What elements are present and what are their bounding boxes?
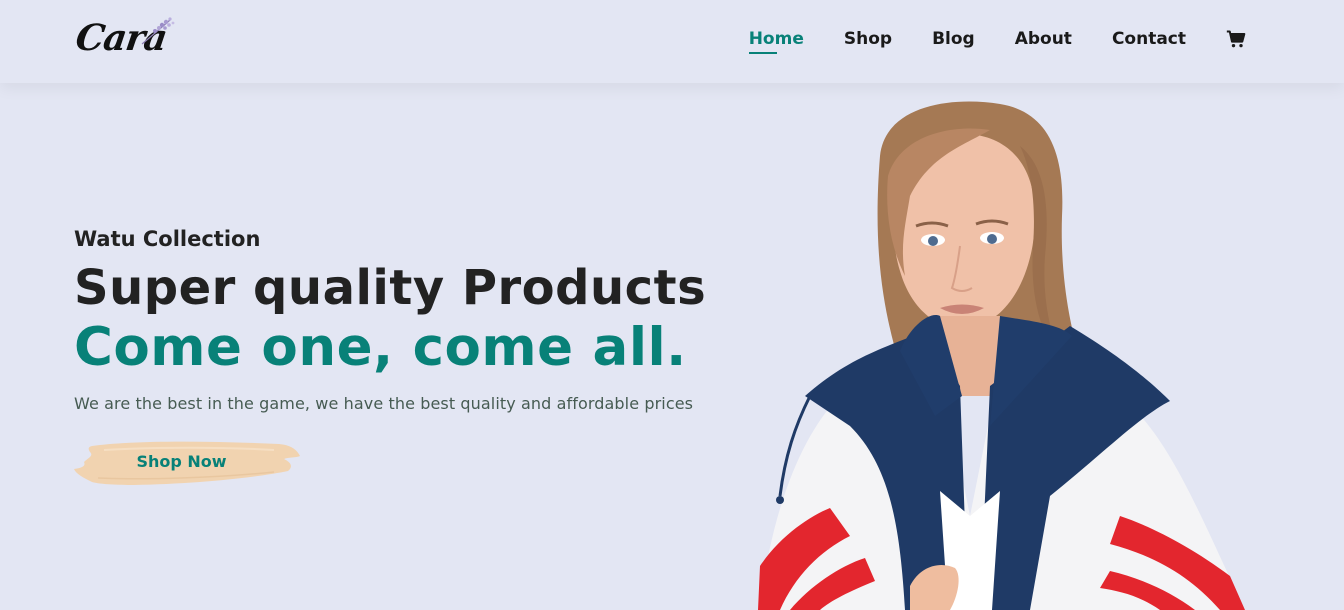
hero-section: Watu Collection Super quality Products C… xyxy=(74,222,754,416)
nav-link-blog[interactable]: Blog xyxy=(932,26,975,52)
site-header: Cara Home Shop Blog About Contact xyxy=(0,0,1344,83)
nav-link-home[interactable]: Home xyxy=(748,26,804,54)
lavender-sprig-icon xyxy=(141,17,175,45)
hero-title-accent: Come one, come all. xyxy=(74,317,687,378)
model-in-jacket-image xyxy=(758,101,1245,610)
shop-now-button[interactable]: Shop Now xyxy=(74,438,302,488)
hero-title: Super quality Products xyxy=(74,260,707,316)
main-navigation: Home Shop Blog About Contact xyxy=(748,26,1246,54)
brand-logo[interactable]: Cara xyxy=(73,16,176,60)
shopping-cart-icon[interactable] xyxy=(1226,29,1246,49)
nav-link-contact[interactable]: Contact xyxy=(1112,26,1186,52)
shop-now-label: Shop Now xyxy=(136,452,227,471)
hero-kicker: Watu Collection xyxy=(74,227,261,251)
nav-link-shop[interactable]: Shop xyxy=(844,26,892,52)
nav-link-about[interactable]: About xyxy=(1015,26,1072,52)
hero-description: We are the best in the game, we have the… xyxy=(74,394,694,413)
